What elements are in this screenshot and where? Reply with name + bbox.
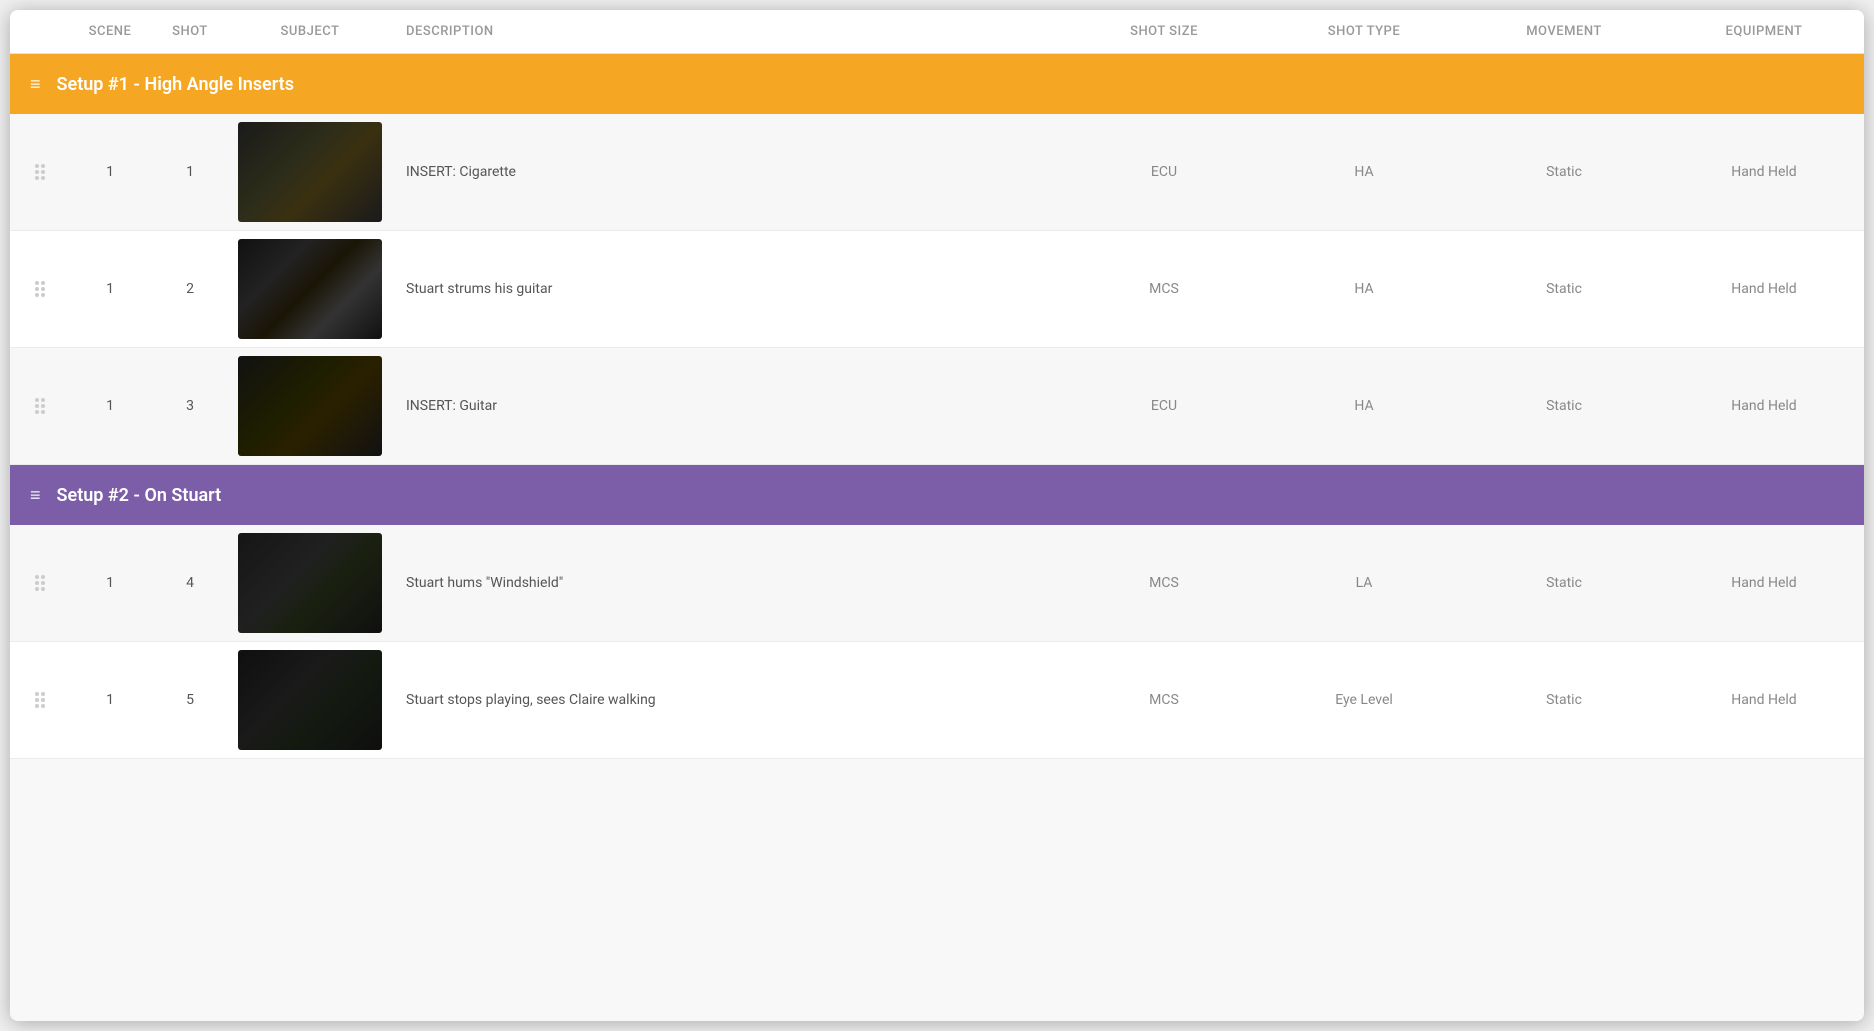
shot-type: Eye Level	[1264, 692, 1464, 708]
setup-header-1: ≡ Setup #1 - High Angle Inserts	[10, 54, 1864, 114]
col-shottype-header: SHOT TYPE	[1264, 20, 1464, 43]
shot-thumbnail[interactable]	[238, 122, 382, 222]
shot-equipment: Hand Held	[1664, 398, 1864, 414]
shot-number: 5	[150, 692, 230, 708]
shot-number: 1	[150, 164, 230, 180]
shot-number: 3	[150, 398, 230, 414]
shot-size: MCS	[1064, 575, 1264, 591]
col-shot-header: SHOT	[150, 20, 230, 43]
shot-movement: Static	[1464, 692, 1664, 708]
thumbnail-cell[interactable]	[230, 114, 390, 230]
shot-size: MCS	[1064, 281, 1264, 297]
content-area: ≡ Setup #1 - High Angle Inserts 1 1 INSE…	[10, 54, 1864, 1021]
app-container: SCENE SHOT SUBJECT DESCRIPTION SHOT SIZE…	[10, 10, 1864, 1021]
thumbnail-cell[interactable]	[230, 231, 390, 347]
shot-type: HA	[1264, 281, 1464, 297]
setup-label-2: Setup #2 - On Stuart	[57, 485, 222, 506]
shot-equipment: Hand Held	[1664, 281, 1864, 297]
drag-handle[interactable]	[10, 573, 70, 593]
shot-description: INSERT: Cigarette	[390, 164, 1064, 180]
shot-size: MCS	[1064, 692, 1264, 708]
thumbnail-cell[interactable]	[230, 525, 390, 641]
shot-description: INSERT: Guitar	[390, 398, 1064, 414]
setup-label-1: Setup #1 - High Angle Inserts	[57, 74, 294, 95]
menu-icon-1[interactable]: ≡	[30, 74, 41, 95]
shot-number: 4	[150, 575, 230, 591]
col-scene-header: SCENE	[70, 20, 150, 43]
col-description-header: DESCRIPTION	[390, 20, 1064, 43]
table-row: 1 4 Stuart hums "Windshield" MCS LA Stat…	[10, 525, 1864, 642]
shot-equipment: Hand Held	[1664, 164, 1864, 180]
shot-thumbnail[interactable]	[238, 239, 382, 339]
shot-number: 2	[150, 281, 230, 297]
shot-description: Stuart hums "Windshield"	[390, 575, 1064, 591]
shot-movement: Static	[1464, 398, 1664, 414]
shot-equipment: Hand Held	[1664, 692, 1864, 708]
table-row: 1 2 Stuart strums his guitar MCS HA Stat…	[10, 231, 1864, 348]
drag-handle[interactable]	[10, 162, 70, 182]
shot-size: ECU	[1064, 398, 1264, 414]
setup-header-2: ≡ Setup #2 - On Stuart	[10, 465, 1864, 525]
shot-movement: Static	[1464, 575, 1664, 591]
shot-type: HA	[1264, 398, 1464, 414]
drag-handle[interactable]	[10, 279, 70, 299]
scene-number: 1	[70, 575, 150, 591]
col-subject-header: SUBJECT	[230, 20, 390, 43]
shot-size: ECU	[1064, 164, 1264, 180]
shot-description: Stuart stops playing, sees Claire walkin…	[390, 692, 1064, 708]
menu-icon-2[interactable]: ≡	[30, 485, 41, 506]
column-headers: SCENE SHOT SUBJECT DESCRIPTION SHOT SIZE…	[10, 10, 1864, 54]
scene-number: 1	[70, 281, 150, 297]
col-drag	[10, 20, 70, 43]
shot-type: HA	[1264, 164, 1464, 180]
table-row: 1 1 INSERT: Cigarette ECU HA Static Hand…	[10, 114, 1864, 231]
shot-description: Stuart strums his guitar	[390, 281, 1064, 297]
shot-movement: Static	[1464, 164, 1664, 180]
shot-thumbnail[interactable]	[238, 356, 382, 456]
thumbnail-cell[interactable]	[230, 348, 390, 464]
shot-equipment: Hand Held	[1664, 575, 1864, 591]
col-movement-header: MOVEMENT	[1464, 20, 1664, 43]
scene-number: 1	[70, 398, 150, 414]
table-row: 1 5 Stuart stops playing, sees Claire wa…	[10, 642, 1864, 759]
shot-thumbnail[interactable]	[238, 533, 382, 633]
shot-thumbnail[interactable]	[238, 650, 382, 750]
scene-number: 1	[70, 692, 150, 708]
col-shotsize-header: SHOT SIZE	[1064, 20, 1264, 43]
shot-movement: Static	[1464, 281, 1664, 297]
col-equipment-header: EQUIPMENT	[1664, 20, 1864, 43]
scene-number: 1	[70, 164, 150, 180]
table-row: 1 3 INSERT: Guitar ECU HA Static Hand He…	[10, 348, 1864, 465]
drag-handle[interactable]	[10, 690, 70, 710]
drag-handle[interactable]	[10, 396, 70, 416]
thumbnail-cell[interactable]	[230, 642, 390, 758]
shot-type: LA	[1264, 575, 1464, 591]
